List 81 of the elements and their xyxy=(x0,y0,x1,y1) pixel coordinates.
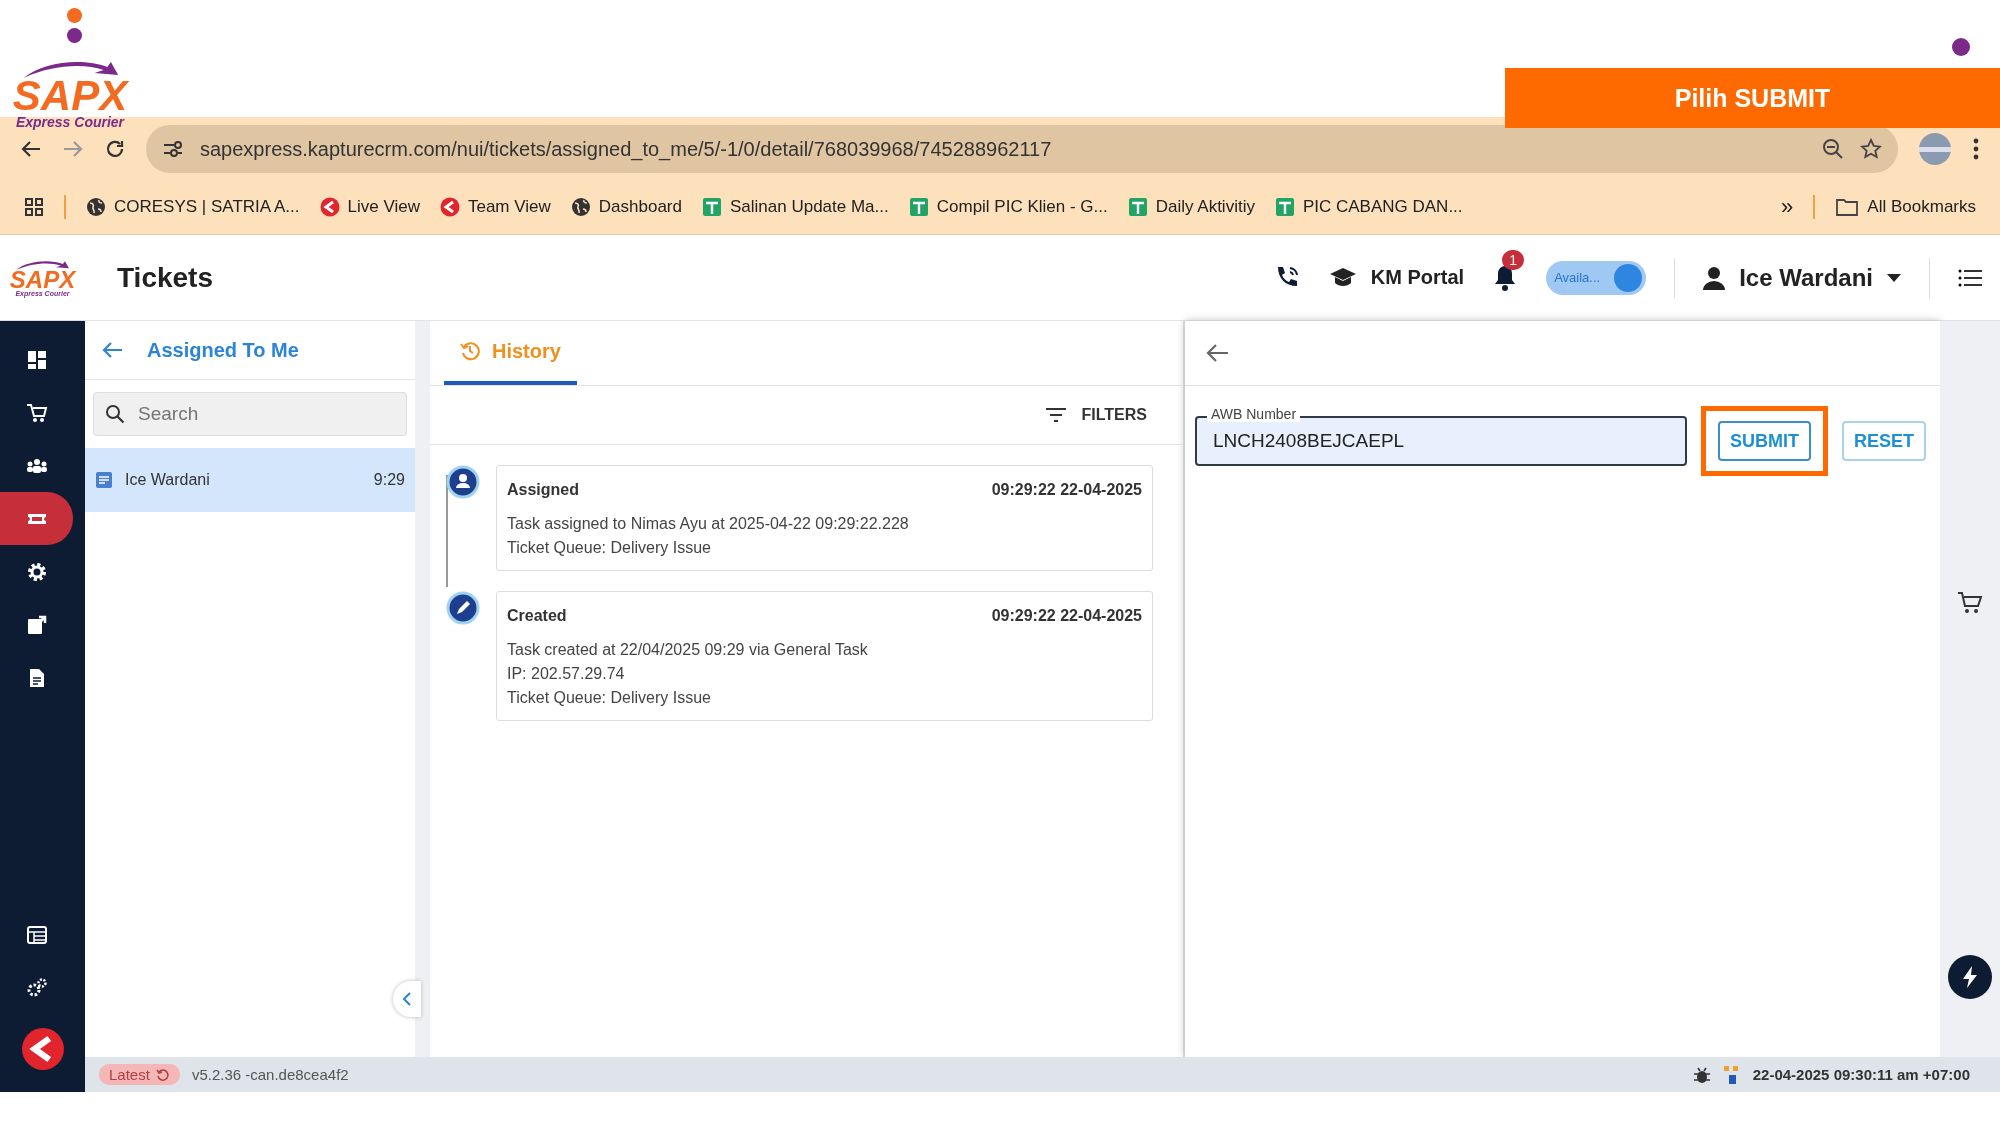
entry-detail: Task created at 22/04/2025 09:29 via General Task xyxy=(507,640,869,660)
page-title: Tickets xyxy=(117,261,214,294)
bookmark-link[interactable]: Compil PIC Klien - G... xyxy=(908,197,1108,217)
submit-button[interactable]: SUBMIT xyxy=(1718,421,1811,461)
globe-icon xyxy=(86,197,106,217)
bug-icon[interactable] xyxy=(1692,1065,1711,1084)
datetime-text: 22-04-2025 09:30:11 am +07:00 xyxy=(1752,1066,1970,1083)
bookmark-link[interactable]: Dashboard xyxy=(570,197,682,217)
zoom-icon[interactable] xyxy=(1822,138,1844,160)
apps-grid-icon[interactable] xyxy=(24,197,44,217)
reload-icon[interactable] xyxy=(104,138,126,160)
dot-decoration xyxy=(67,8,82,23)
cart-icon[interactable] xyxy=(1957,591,1983,615)
person-icon xyxy=(1703,265,1726,290)
user-menu[interactable]: Ice Wardani xyxy=(1703,263,1901,292)
dot-decoration xyxy=(1952,38,1970,56)
reset-button[interactable]: RESET xyxy=(1842,421,1926,461)
network-icon[interactable] xyxy=(1722,1064,1741,1085)
pencil-icon xyxy=(446,591,480,625)
logo-text: SAPX xyxy=(12,78,128,114)
history-icon xyxy=(460,341,480,361)
entry-detail: Task assigned to Nimas Ayu at 2025-04-22 09:29:22.228 xyxy=(507,514,910,534)
note-icon xyxy=(95,471,113,489)
bookmark-link[interactable]: PIC CABANG DAN... xyxy=(1274,197,1463,217)
notification-badge: 1 xyxy=(1502,249,1524,270)
person-icon xyxy=(446,465,480,499)
table-icon xyxy=(25,923,48,946)
globe-icon xyxy=(570,197,591,217)
back-arrow-icon[interactable] xyxy=(1205,343,1229,363)
chevron-icon xyxy=(402,991,412,1007)
settings-icon xyxy=(25,560,48,583)
latest-badge: Latest xyxy=(99,1064,180,1085)
entry-detail: Ticket Queue: Delivery Issue xyxy=(507,688,712,708)
url-text: sapexpress.kapturecrm.com/nui/tickets/assigned_to_me/5/-1/0/detail/768039968/745288962117 xyxy=(200,137,1053,161)
version-text: v5.2.36 -can.de8cea4f2 xyxy=(191,1066,349,1083)
site-settings-icon[interactable] xyxy=(162,138,184,160)
entry-time: 09:29:22 22-04-2025 xyxy=(991,480,1142,500)
nav-item[interactable] xyxy=(0,492,73,545)
bookmark-link[interactable]: Team View xyxy=(439,197,551,217)
filter-icon xyxy=(1045,408,1066,422)
filters-button[interactable]: FILTERS xyxy=(1039,405,1153,425)
lightning-icon xyxy=(1962,966,1978,988)
caret-icon xyxy=(1887,273,1901,282)
km-portal-button[interactable]: KM Portal xyxy=(1328,265,1465,290)
entry-title: Created xyxy=(507,606,567,626)
cart-icon xyxy=(25,401,48,424)
spreadsheet-icon xyxy=(908,197,929,217)
more-bookmarks-button[interactable]: » xyxy=(1781,194,1794,220)
app-logo-icon xyxy=(319,197,340,217)
instruction-banner: Pilih SUBMIT xyxy=(1505,68,2000,128)
bookmark-link[interactable]: Salinan Update Ma... xyxy=(701,197,889,217)
menu-icon[interactable] xyxy=(1958,267,1982,288)
star-icon[interactable] xyxy=(1860,138,1882,160)
back-arrow-icon[interactable] xyxy=(101,341,123,359)
list-title: Assigned To Me xyxy=(147,338,299,362)
app-logo-icon xyxy=(439,197,460,217)
logo-text: SAPX xyxy=(9,269,76,290)
entry-detail: IP: 202.57.29.74 xyxy=(507,664,626,684)
bookmark-link[interactable]: Live View xyxy=(319,197,420,217)
address-bar[interactable]: sapexpress.kapturecrm.com/nui/tickets/assigned_to_me/5/-1/0/detail/768039968/745288962117 xyxy=(146,125,1898,173)
ticket-list-item[interactable]: Ice Wardani 9:29 xyxy=(85,448,415,512)
all-bookmarks-link[interactable]: All Bookmarks xyxy=(1835,197,1976,217)
more-icon[interactable] xyxy=(1972,137,1980,161)
entry-time: 09:29:22 22-04-2025 xyxy=(991,606,1142,626)
spreadsheet-icon xyxy=(1127,197,1148,217)
spreadsheet-icon xyxy=(1274,197,1295,217)
bookmark-link[interactable]: CORESYS | SATRIA A... xyxy=(86,197,300,217)
search-field[interactable]: Search xyxy=(93,392,407,436)
dot-decoration xyxy=(67,28,82,43)
gears-icon xyxy=(25,976,48,999)
entry-detail: Ticket Queue: Delivery Issue xyxy=(507,538,712,558)
spreadsheet-icon xyxy=(701,197,722,217)
logo-tagline: Express Courier xyxy=(15,114,125,130)
quick-action-button[interactable] xyxy=(1948,955,1992,999)
bookmark-link[interactable]: Daily Aktivitiy xyxy=(1127,197,1255,217)
entry-title: Assigned xyxy=(507,480,579,500)
app-logo-icon[interactable] xyxy=(21,1028,64,1070)
export-icon xyxy=(25,613,48,636)
collapse-button[interactable] xyxy=(393,981,421,1017)
dashboard-icon xyxy=(25,348,48,371)
folder-icon xyxy=(1835,197,1860,217)
